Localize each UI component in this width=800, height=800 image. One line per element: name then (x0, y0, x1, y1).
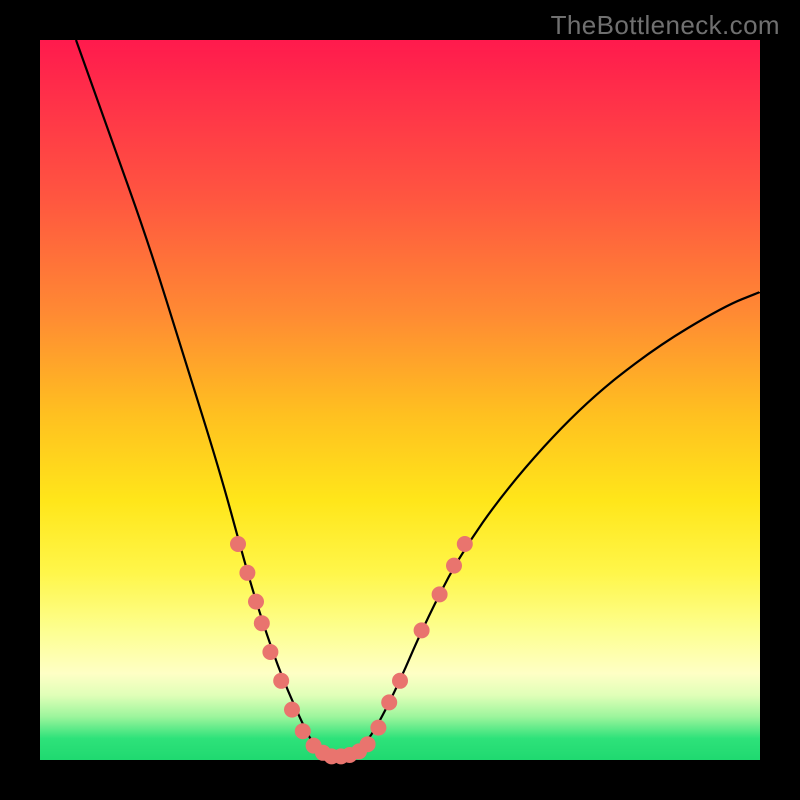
scatter-dot (392, 673, 408, 689)
scatter-dot (370, 720, 386, 736)
scatter-dots-group (230, 536, 473, 764)
chart-frame: TheBottleneck.com (0, 0, 800, 800)
plot-area (40, 40, 760, 760)
scatter-dot (414, 622, 430, 638)
scatter-dot (254, 615, 270, 631)
scatter-dot (284, 702, 300, 718)
scatter-dot (457, 536, 473, 552)
scatter-dot (295, 723, 311, 739)
scatter-dot (446, 558, 462, 574)
scatter-dot (432, 586, 448, 602)
scatter-dot (230, 536, 246, 552)
scatter-dot (239, 565, 255, 581)
scatter-dot (360, 736, 376, 752)
scatter-dot (248, 594, 264, 610)
curve-layer (40, 40, 760, 760)
scatter-dot (381, 694, 397, 710)
scatter-dot (273, 673, 289, 689)
scatter-dot (262, 644, 278, 660)
watermark-text: TheBottleneck.com (551, 10, 780, 41)
bottleneck-curve (76, 40, 760, 756)
